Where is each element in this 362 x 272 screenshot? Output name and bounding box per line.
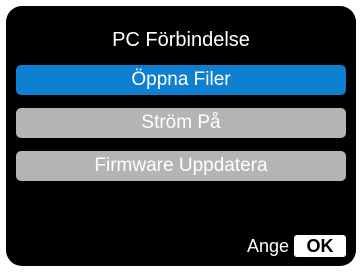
page-title: PC Förbindelse [112, 29, 250, 51]
menu-item-power-on[interactable]: Ström På [16, 108, 346, 138]
enter-hint-label: Ange [246, 236, 289, 256]
ok-button[interactable]: OK [294, 235, 346, 257]
footer-bar: Ange OK [247, 235, 346, 257]
device-frame: PC Förbindelse Öppna Filer Ström På Firm… [0, 0, 362, 272]
menu-item-open-files[interactable]: Öppna Filer [16, 65, 346, 95]
menu-item-firmware-update[interactable]: Firmware Uppdatera [16, 151, 346, 181]
screen: PC Förbindelse Öppna Filer Ström På Firm… [6, 6, 356, 266]
